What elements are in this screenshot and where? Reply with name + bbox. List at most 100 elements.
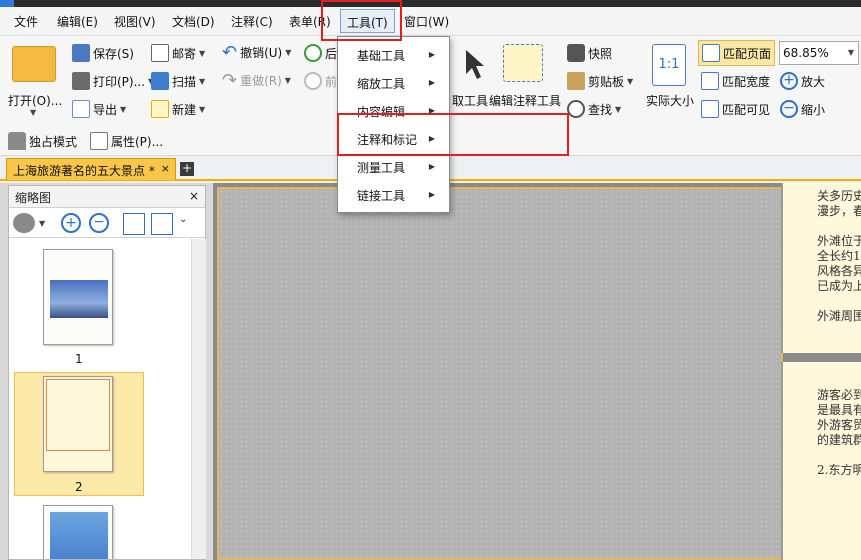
- edit-annotation-tool-button[interactable]: 编辑注释工具: [489, 92, 561, 109]
- redo-icon: ↷: [222, 69, 238, 91]
- redo-button[interactable]: ↷ 重做(R) ▼: [222, 69, 291, 91]
- page-2-line: 外游客贸: [817, 418, 861, 432]
- menu-comment[interactable]: 注释(C): [231, 13, 273, 30]
- menu-item-basic-tools[interactable]: 基础工具 ▶: [338, 41, 449, 69]
- scan-button[interactable]: 扫描 ▼: [151, 72, 205, 90]
- app-logo: [0, 0, 14, 7]
- fit-width-button[interactable]: 匹配宽度: [701, 72, 770, 90]
- save-label: 保存(S): [93, 46, 134, 61]
- document-page-1: 关多历史 漫步，春 外滩位于 全长约1 风格各异 已成为上 外滩周围: [781, 183, 861, 353]
- clipboard-button[interactable]: 剪贴板 ▼: [567, 72, 633, 90]
- menu-view[interactable]: 视图(V): [114, 13, 156, 30]
- open-dropdown[interactable]: ▼: [30, 108, 36, 117]
- find-button[interactable]: 查找 ▼: [567, 100, 621, 118]
- save-button[interactable]: 保存(S): [72, 44, 134, 62]
- zoom-in-icon: +: [780, 72, 798, 90]
- shrink-thumbnail-icon[interactable]: −: [89, 213, 109, 233]
- page-thumbnail-1[interactable]: [43, 249, 113, 345]
- chevron-down-icon: ▼: [199, 76, 206, 86]
- forward-label: 前: [325, 74, 338, 89]
- clipboard-icon: [567, 72, 585, 90]
- page-2-line: [817, 448, 861, 463]
- left-panel: 缩略图 × ▼ + − ⌄ 1 2: [0, 183, 213, 560]
- folder-icon[interactable]: [12, 46, 56, 82]
- menu-item-zoom-tools[interactable]: 缩放工具 ▶: [338, 69, 449, 97]
- fit-visible-button[interactable]: 匹配可见: [701, 100, 770, 118]
- export-label: 导出: [93, 102, 118, 117]
- zoom-value: 68.85%: [783, 46, 829, 60]
- page-1-line: 关多历史: [817, 189, 861, 203]
- menu-item-label: 基础工具: [357, 49, 406, 63]
- page-1-line: 全长约1: [817, 249, 861, 263]
- new-button[interactable]: 新建 ▼: [151, 100, 205, 118]
- thumbnail-scrollbar[interactable]: [191, 239, 206, 559]
- menu-window[interactable]: 窗口(W): [404, 13, 449, 30]
- open-button[interactable]: 打开(O)...: [8, 92, 62, 109]
- add-tab-button[interactable]: +: [180, 162, 194, 176]
- page-2-view-frame: [46, 379, 110, 451]
- back-button[interactable]: 后: [304, 44, 337, 62]
- snapshot-button[interactable]: 快照: [567, 44, 612, 62]
- actual-size-icon[interactable]: 1:1: [652, 44, 686, 86]
- exclusive-mode-label: 独占模式: [29, 134, 78, 149]
- forward-button[interactable]: 前: [304, 72, 337, 90]
- chevron-down-icon: ▼: [627, 76, 634, 86]
- page-thumbnail-2[interactable]: [43, 376, 113, 472]
- edit-annotation-icon[interactable]: [503, 44, 543, 82]
- chevron-down-icon[interactable]: ▼: [39, 219, 45, 228]
- rotate-left-icon[interactable]: [123, 213, 145, 235]
- enlarge-thumbnail-icon[interactable]: +: [61, 213, 81, 233]
- snapshot-label: 快照: [588, 46, 613, 61]
- print-button[interactable]: 打印(P)... ▼: [72, 72, 154, 90]
- thumbnail-list: 1 2: [9, 239, 191, 559]
- envelope-icon: [151, 44, 169, 62]
- crown-icon: [8, 132, 26, 150]
- close-icon[interactable]: ×: [189, 189, 199, 203]
- page-2-line: 2.东方明: [817, 463, 861, 477]
- select-tool-button[interactable]: 取工具: [452, 92, 488, 109]
- chevron-down-icon: ▼: [30, 108, 37, 117]
- find-icon: [567, 100, 585, 118]
- pointer-icon[interactable]: [463, 48, 485, 82]
- save-icon: [72, 44, 90, 62]
- export-button[interactable]: 导出 ▼: [72, 100, 126, 118]
- select-tool-label: 取工具: [452, 94, 489, 108]
- page-1-line: 外滩位于: [817, 234, 861, 248]
- page-number-2: 2: [75, 480, 83, 494]
- document-canvas: [217, 187, 783, 560]
- zoom-select[interactable]: 68.85% ▼: [779, 41, 859, 65]
- open-label: 打开(O)...: [8, 94, 63, 108]
- menu-item-measure-tools[interactable]: 测量工具 ▶: [338, 153, 449, 181]
- fit-page-label: 匹配页面: [723, 46, 772, 61]
- menu-edit[interactable]: 编辑(E): [57, 13, 98, 30]
- rotate-right-icon[interactable]: [151, 213, 173, 235]
- menu-item-link-tools[interactable]: 链接工具 ▶: [338, 181, 449, 209]
- options-gear-icon[interactable]: [13, 213, 35, 233]
- fit-visible-icon: [701, 100, 719, 118]
- forward-arrow-icon: [304, 72, 322, 90]
- actual-size-button[interactable]: 实际大小: [646, 92, 694, 109]
- submenu-arrow-icon: ▶: [428, 162, 435, 171]
- zoom-out-button[interactable]: − 缩小: [780, 100, 825, 118]
- tab-document[interactable]: 上海旅游著名的五大景点 * ×: [6, 158, 176, 180]
- menu-document[interactable]: 文档(D): [172, 13, 215, 30]
- print-label: 打印(P)...: [93, 74, 146, 89]
- pointer-svg: [466, 50, 484, 79]
- page-thumbnail-3[interactable]: [43, 505, 113, 559]
- menu-file[interactable]: 文件: [14, 13, 38, 30]
- page-number-1: 1: [75, 352, 83, 366]
- edit-annotation-label: 编辑注释工具: [489, 94, 562, 108]
- fit-visible-label: 匹配可见: [722, 102, 771, 117]
- chevron-down-icon: ▼: [285, 48, 292, 57]
- page-2-line: 游客必到: [817, 388, 861, 402]
- mail-button[interactable]: 邮寄 ▼: [151, 44, 205, 62]
- more-chevron-icon[interactable]: ⌄: [179, 214, 187, 225]
- zoom-in-button[interactable]: + 放大: [780, 72, 825, 90]
- exclusive-mode-button[interactable]: 独占模式: [8, 132, 77, 150]
- undo-button[interactable]: ↶ 撤销(U) ▼: [222, 43, 292, 61]
- fit-width-label: 匹配宽度: [722, 74, 771, 89]
- close-icon[interactable]: ×: [161, 162, 170, 175]
- properties-button[interactable]: 属性(P)...: [90, 132, 163, 150]
- page-3-photo: [50, 512, 108, 559]
- fit-page-button[interactable]: 匹配页面: [698, 40, 776, 66]
